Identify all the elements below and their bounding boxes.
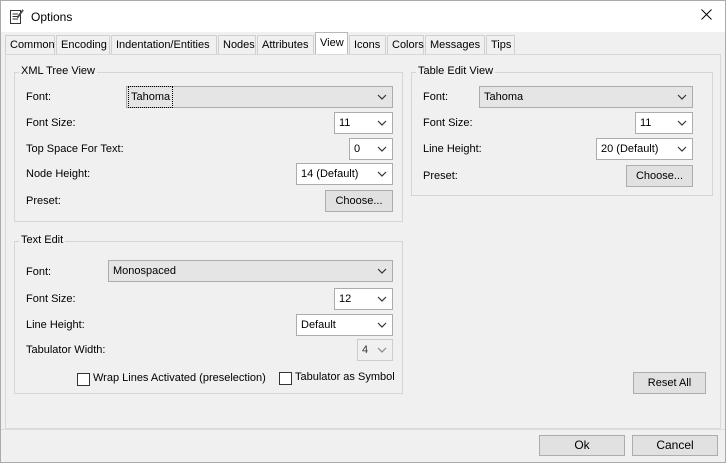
wrap-lines-checkbox[interactable] — [77, 373, 90, 386]
table-font-size-select[interactable]: 11 — [635, 112, 693, 134]
chevron-down-icon — [376, 264, 388, 278]
tab-common[interactable]: Common — [5, 35, 55, 54]
select-value: 11 — [640, 117, 652, 129]
tab-colors[interactable]: Colors — [387, 35, 424, 54]
window-title: Options — [31, 10, 73, 24]
reset-all-button[interactable]: Reset All — [633, 372, 706, 394]
select-value: 4 — [362, 344, 369, 356]
chevron-down-icon — [676, 116, 688, 130]
select-value: 12 — [339, 293, 352, 305]
view-tab-panel: XML Tree View Font: Tahoma Font Size: 11… — [5, 54, 721, 429]
table-line-height-select[interactable]: 20 (Default) — [596, 138, 693, 160]
chevron-down-icon — [376, 167, 388, 181]
footer-divider — [1, 429, 725, 430]
tab-bar: Common Encoding Indentation/Entities Nod… — [5, 32, 721, 55]
top-space-select[interactable]: 0 — [349, 138, 393, 160]
font-label: Font: — [26, 266, 52, 278]
text-font-size-select[interactable]: 12 — [334, 288, 393, 310]
font-size-label: Font Size: — [26, 293, 76, 305]
chevron-down-icon — [376, 116, 388, 130]
table-edit-view-group: Table Edit View Font: Tahoma Font Size: … — [411, 65, 713, 196]
preset-label: Preset: — [423, 170, 458, 182]
tab-icons[interactable]: Icons — [349, 35, 386, 54]
preset-label: Preset: — [26, 195, 61, 207]
select-value: 0 — [354, 143, 361, 155]
tab-indentation-entities[interactable]: Indentation/Entities — [111, 35, 217, 54]
tab-tips[interactable]: Tips — [486, 35, 515, 54]
wrap-lines-label[interactable]: Wrap Lines Activated (preselection) — [93, 372, 266, 384]
xml-font-select[interactable]: Tahoma — [126, 86, 393, 108]
chevron-down-icon — [376, 343, 388, 357]
table-choose-button[interactable]: Choose... — [626, 165, 693, 187]
tabulator-width-select[interactable]: 4 — [357, 339, 393, 361]
tab-attributes[interactable]: Attributes — [257, 35, 314, 54]
select-value: 11 — [339, 117, 351, 129]
node-height-label: Node Height: — [26, 168, 91, 180]
tabulator-symbol-checkbox[interactable] — [279, 372, 292, 385]
tabulator-width-label: Tabulator Width: — [26, 344, 106, 356]
line-height-label: Line Height: — [26, 319, 85, 331]
group-title: XML Tree View — [19, 65, 97, 77]
document-edit-icon — [10, 8, 24, 24]
xml-font-size-select[interactable]: 11 — [334, 112, 393, 134]
group-title: Text Edit — [19, 234, 66, 246]
select-value: Default — [301, 319, 336, 331]
close-icon — [700, 9, 712, 23]
close-button[interactable] — [691, 5, 721, 27]
line-height-label: Line Height: — [423, 143, 482, 155]
ok-button[interactable]: Ok — [539, 435, 625, 456]
tab-nodes[interactable]: Nodes — [218, 35, 256, 54]
chevron-down-icon — [376, 90, 388, 104]
options-dialog: Options Common Encoding Indentation/Enti… — [0, 0, 726, 463]
top-space-label: Top Space For Text: — [26, 143, 124, 155]
chevron-down-icon — [376, 292, 388, 306]
text-edit-group: Text Edit Font: Monospaced Font Size: 12… — [14, 234, 403, 394]
table-font-select[interactable]: Tahoma — [479, 86, 693, 108]
chevron-down-icon — [676, 142, 688, 156]
select-value: Tahoma — [484, 91, 524, 103]
tab-encoding[interactable]: Encoding — [56, 35, 110, 54]
node-height-select[interactable]: 14 (Default) — [296, 163, 393, 185]
select-value: 14 (Default) — [301, 168, 359, 180]
cancel-button[interactable]: Cancel — [632, 435, 718, 456]
select-value: Tahoma — [127, 86, 174, 108]
tab-messages[interactable]: Messages — [425, 35, 485, 54]
tab-view[interactable]: View — [315, 32, 348, 54]
select-value: 20 (Default) — [601, 143, 659, 155]
title-bar: Options — [1, 1, 725, 32]
text-font-select[interactable]: Monospaced — [108, 260, 393, 282]
xml-tree-view-group: XML Tree View Font: Tahoma Font Size: 11… — [14, 65, 403, 222]
font-size-label: Font Size: — [423, 117, 473, 129]
chevron-down-icon — [376, 142, 388, 156]
select-value: Monospaced — [113, 265, 176, 277]
font-size-label: Font Size: — [26, 117, 76, 129]
chevron-down-icon — [676, 90, 688, 104]
xml-choose-button[interactable]: Choose... — [325, 190, 393, 212]
chevron-down-icon — [376, 318, 388, 332]
font-label: Font: — [423, 91, 449, 103]
tabulator-symbol-label[interactable]: Tabulator as Symbol — [295, 371, 395, 383]
text-line-height-select[interactable]: Default — [296, 314, 393, 336]
group-title: Table Edit View — [416, 65, 496, 77]
font-label: Font: — [26, 91, 52, 103]
